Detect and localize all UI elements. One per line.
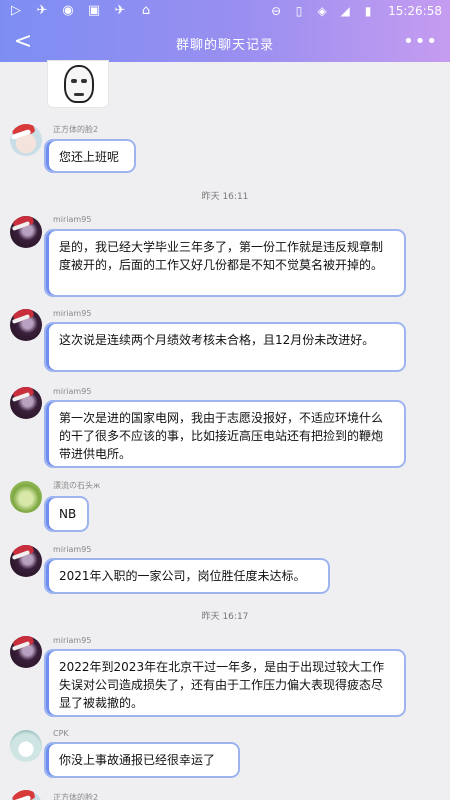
wifi-icon: ◈ bbox=[317, 4, 327, 18]
play-icon: ▷ bbox=[11, 3, 21, 18]
message-bubble[interactable]: 2021年入职的一家公司，岗位胜任度未达标。 bbox=[44, 558, 330, 594]
image-icon: ▣ bbox=[87, 3, 101, 18]
avatar[interactable] bbox=[10, 387, 42, 419]
game-icon: ◉ bbox=[62, 3, 74, 18]
top-bar: ▷ ✈ ◉ ▣ ✈ ⌂ ⊖ ▯ ◈ ◢ ▮ 15:26:58 < 群聊的聊天记录… bbox=[0, 0, 450, 62]
message-bubble[interactable]: 2022年到2023年在北京干过一年多，是由于出现过较大工作失误对公司造成损失了… bbox=[44, 649, 406, 717]
more-options-icon[interactable]: ••• bbox=[403, 30, 438, 54]
sender-name: miriam95 bbox=[53, 215, 92, 224]
header: < 群聊的聊天记录 ••• bbox=[0, 24, 450, 62]
clock: 15:26:58 bbox=[388, 4, 442, 18]
battery-icon: ▮ bbox=[364, 4, 372, 18]
bird-icon: ✈ bbox=[36, 3, 48, 18]
notification-icons: ▷ ✈ ◉ ▣ ✈ ⌂ bbox=[8, 3, 154, 19]
page-title: 群聊的聊天记录 bbox=[175, 38, 274, 53]
avatar[interactable] bbox=[10, 545, 42, 577]
message-bubble[interactable]: 第一次是进的国家电网，我由于志愿没报好，不适应环境什么的干了很多不应该的事，比如… bbox=[44, 400, 406, 468]
sender-name: 漂流の石头ж bbox=[53, 481, 101, 490]
message-bubble[interactable]: 是的，我已经大学毕业三年多了，第一份工作就是违反规章制度被开的，后面的工作又好几… bbox=[44, 229, 406, 297]
sender-name: miriam95 bbox=[53, 636, 92, 645]
avatar[interactable] bbox=[10, 309, 42, 341]
sticker-image[interactable] bbox=[47, 60, 109, 108]
minus-circle-icon: ⊖ bbox=[271, 4, 282, 18]
avatar[interactable] bbox=[10, 790, 42, 800]
bird-icon: ✈ bbox=[114, 3, 126, 18]
message-bubble[interactable]: 你没上事故通报已经很幸运了 bbox=[44, 742, 240, 778]
avatar[interactable] bbox=[10, 124, 42, 156]
message-bubble[interactable]: 这次说是连续两个月绩效考核未合格，且12月份未改进好。 bbox=[44, 322, 406, 372]
status-bar: ▷ ✈ ◉ ▣ ✈ ⌂ ⊖ ▯ ◈ ◢ ▮ 15:26:58 bbox=[0, 0, 450, 24]
message-bubble[interactable]: 您还上班呢 bbox=[44, 139, 136, 173]
signal-icon: ◢ bbox=[340, 4, 350, 18]
sender-name: 正方体的脸2 bbox=[53, 793, 99, 800]
avatar[interactable] bbox=[10, 730, 42, 762]
sender-name: CPK bbox=[53, 729, 69, 738]
timestamp: 昨天 16:17 bbox=[201, 612, 249, 622]
avatar[interactable] bbox=[10, 636, 42, 668]
meme-face-icon bbox=[64, 65, 94, 103]
sender-name: miriam95 bbox=[53, 309, 92, 318]
system-icons: ⊖ ▯ ◈ ◢ ▮ 15:26:58 bbox=[269, 3, 442, 19]
phone-icon: ▯ bbox=[295, 4, 303, 18]
timestamp: 昨天 16:11 bbox=[201, 192, 249, 202]
sender-name: 正方体的脸2 bbox=[53, 125, 99, 134]
avatar[interactable] bbox=[10, 216, 42, 248]
sender-name: miriam95 bbox=[53, 387, 92, 396]
sender-name: miriam95 bbox=[53, 545, 92, 554]
avatar[interactable] bbox=[10, 481, 42, 513]
store-icon: ⌂ bbox=[141, 3, 151, 18]
message-bubble[interactable]: NB bbox=[44, 496, 89, 532]
